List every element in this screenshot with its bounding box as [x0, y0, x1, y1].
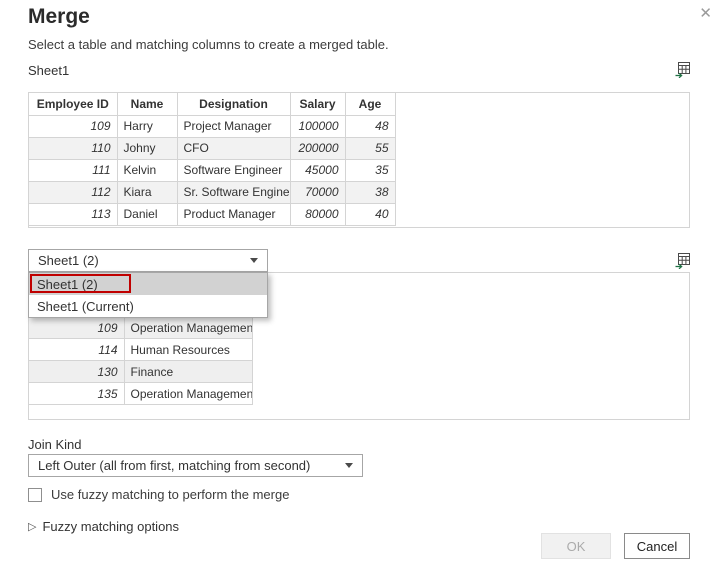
join-kind-value: Left Outer (all from first, matching fro…: [38, 458, 310, 473]
fuzzy-options-expander[interactable]: ▷ Fuzzy matching options: [28, 519, 179, 534]
cell-age: 38: [345, 181, 395, 203]
cell-department: Human Resources: [124, 339, 252, 361]
ok-button[interactable]: OK: [541, 533, 611, 559]
dialog-title: Merge: [28, 5, 90, 29]
close-icon[interactable]: ✕: [699, 6, 712, 21]
cell-name: Kiara: [117, 181, 177, 203]
table-row[interactable]: 135 Operation Management: [29, 383, 252, 405]
table-row[interactable]: 130 Finance: [29, 361, 252, 383]
dropdown-option-label: Sheet1 (Current): [37, 299, 134, 314]
cell-age: 40: [345, 203, 395, 225]
cell-employee-id: 111: [29, 159, 117, 181]
cell-department: Operation Management: [124, 317, 252, 339]
cell-department: Operation Management: [124, 383, 252, 405]
chevron-down-icon: [250, 258, 258, 263]
merge-dialog: Merge ✕ Select a table and matching colu…: [0, 0, 720, 568]
select-table-icon[interactable]: [674, 251, 692, 269]
cell-salary: 45000: [290, 159, 345, 181]
cell-designation: Product Manager: [177, 203, 290, 225]
cell-designation: Sr. Software Engineer: [177, 181, 290, 203]
cell-designation: Software Engineer: [177, 159, 290, 181]
cell-employee-id: 109: [29, 115, 117, 137]
cell-employee-id: 112: [29, 181, 117, 203]
cell-salary: 80000: [290, 203, 345, 225]
cell-age: 55: [345, 137, 395, 159]
cell-designation: CFO: [177, 137, 290, 159]
fuzzy-options-label: Fuzzy matching options: [42, 519, 179, 534]
table-row[interactable]: 110 Johny CFO 200000 55: [29, 137, 395, 159]
cell-age: 35: [345, 159, 395, 181]
first-table-preview: Employee ID Name Designation Salary Age …: [28, 92, 690, 228]
dropdown-option-sheet1-current[interactable]: Sheet1 (Current): [29, 295, 267, 317]
join-kind-label: Join Kind: [28, 437, 81, 452]
cell-department: Finance: [124, 361, 252, 383]
cell-name: Daniel: [117, 203, 177, 225]
col-header-employee-id[interactable]: Employee ID: [29, 93, 117, 115]
cell-designation: Project Manager: [177, 115, 290, 137]
table-row[interactable]: 111 Kelvin Software Engineer 45000 35: [29, 159, 395, 181]
table-row[interactable]: 109 Harry Project Manager 100000 48: [29, 115, 395, 137]
expander-triangle-icon: ▷: [28, 520, 36, 533]
cell-employee-id: 113: [29, 203, 117, 225]
join-kind-select[interactable]: Left Outer (all from first, matching fro…: [28, 454, 363, 477]
table-row[interactable]: 114 Human Resources: [29, 339, 252, 361]
chevron-down-icon: [345, 463, 353, 468]
cell-salary: 200000: [290, 137, 345, 159]
dropdown-option-sheet1-2[interactable]: Sheet1 (2): [29, 273, 267, 295]
cell-employee-id: 110: [29, 137, 117, 159]
cell-employee-id: 114: [29, 339, 124, 361]
fuzzy-matching-row: Use fuzzy matching to perform the merge: [28, 487, 289, 502]
cell-employee-id: 130: [29, 361, 124, 383]
second-table: 109 Operation Management 114 Human Resou…: [29, 316, 253, 405]
table-row[interactable]: 109 Operation Management: [29, 317, 252, 339]
col-header-salary[interactable]: Salary: [290, 93, 345, 115]
cell-salary: 100000: [290, 115, 345, 137]
first-table-header-row: Employee ID Name Designation Salary Age: [29, 93, 395, 115]
cancel-button[interactable]: Cancel: [624, 533, 690, 559]
table-row[interactable]: 112 Kiara Sr. Software Engineer 70000 38: [29, 181, 395, 203]
table-select-dropdown: Sheet1 (2) Sheet1 (Current): [28, 272, 268, 318]
fuzzy-matching-checkbox[interactable]: [28, 488, 42, 502]
cell-age: 48: [345, 115, 395, 137]
second-table-select-value: Sheet1 (2): [38, 253, 99, 268]
first-table: Employee ID Name Designation Salary Age …: [29, 93, 396, 226]
first-table-label: Sheet1: [28, 63, 69, 78]
col-header-age[interactable]: Age: [345, 93, 395, 115]
second-table-select[interactable]: Sheet1 (2): [28, 249, 268, 272]
cell-name: Kelvin: [117, 159, 177, 181]
dropdown-option-label: Sheet1 (2): [37, 277, 98, 292]
col-header-designation[interactable]: Designation: [177, 93, 290, 115]
cell-name: Harry: [117, 115, 177, 137]
cell-name: Johny: [117, 137, 177, 159]
cell-employee-id: 109: [29, 317, 124, 339]
table-row[interactable]: 113 Daniel Product Manager 80000 40: [29, 203, 395, 225]
select-table-icon[interactable]: [674, 60, 692, 78]
dialog-subtitle: Select a table and matching columns to c…: [28, 37, 389, 52]
col-header-name[interactable]: Name: [117, 93, 177, 115]
cell-salary: 70000: [290, 181, 345, 203]
fuzzy-matching-label: Use fuzzy matching to perform the merge: [51, 487, 289, 502]
cell-employee-id: 135: [29, 383, 124, 405]
